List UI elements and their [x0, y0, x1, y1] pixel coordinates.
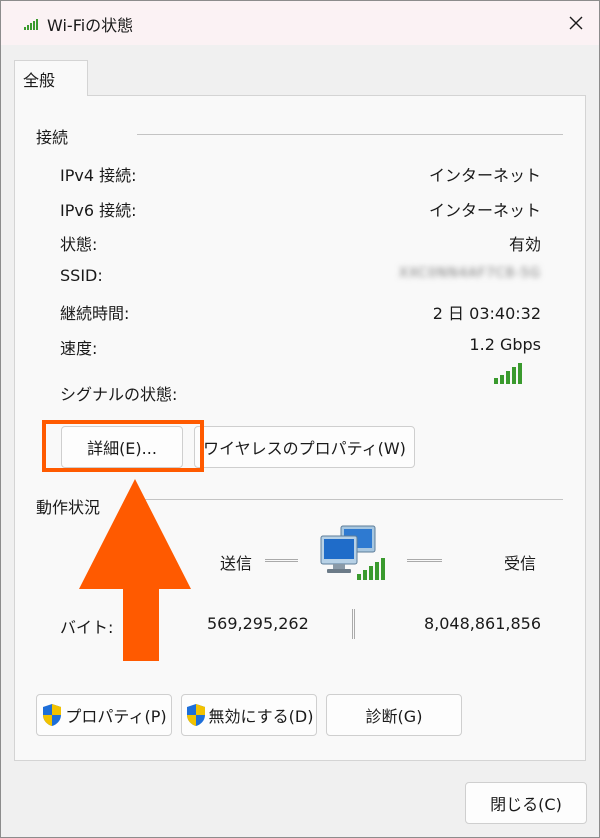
status-label: 状態:	[60, 235, 98, 254]
window-title: Wi-Fiの状態	[47, 16, 134, 35]
disable-button-label: 無効にする(D)	[208, 707, 314, 726]
disable-button[interactable]: 無効にする(D)	[181, 694, 317, 736]
uac-shield-icon	[43, 704, 62, 726]
title-bar: Wi-Fiの状態	[1, 1, 599, 45]
ssid-label: SSID:	[60, 266, 103, 285]
ipv4-label: IPv4 接続:	[60, 166, 137, 185]
received-label: 受信	[504, 554, 537, 573]
tab-general[interactable]: 全般	[14, 60, 88, 96]
divider	[265, 559, 298, 562]
uac-shield-icon	[186, 704, 205, 726]
diagnose-button[interactable]: 診断(G)	[326, 694, 462, 736]
connection-section-title: 接続	[36, 128, 69, 147]
duration-value: 2 日 03:40:32	[432, 304, 541, 323]
ipv6-label: IPv6 接続:	[60, 201, 137, 220]
divider	[137, 134, 563, 135]
wifi-status-dialog: Wi-Fiの状態 全般 接続 IPv4 接続: インターネット IPv6 接続:…	[0, 0, 600, 838]
wifi-signal-icon	[24, 19, 38, 30]
network-computers-icon	[320, 525, 385, 580]
signal-strength-icon	[494, 363, 522, 384]
duration-label: 継続時間:	[60, 304, 130, 323]
properties-button[interactable]: プロパティ(P)	[36, 694, 172, 736]
sent-bytes-value: 569,295,262	[207, 614, 309, 633]
ipv4-value: インターネット	[428, 166, 541, 185]
sent-label: 送信	[220, 554, 253, 573]
divider	[137, 499, 563, 500]
ssid-value: XXC0NN4AF7C8-5G	[399, 266, 541, 281]
properties-button-label: プロパティ(P)	[65, 707, 167, 726]
status-value: 有効	[508, 235, 541, 254]
annotation-arrow	[79, 479, 191, 661]
annotation-highlight-box	[42, 420, 204, 472]
received-bytes-value: 8,048,861,856	[423, 614, 541, 633]
close-icon	[569, 16, 583, 30]
signal-label: シグナルの状態:	[60, 385, 178, 404]
speed-label: 速度:	[60, 339, 98, 358]
speed-value: 1.2 Gbps	[469, 335, 541, 354]
wireless-properties-button[interactable]: ワイヤレスのプロパティ(W)	[194, 426, 415, 468]
divider	[352, 609, 355, 639]
ipv6-value: インターネット	[428, 201, 541, 220]
close-window-button[interactable]	[553, 1, 599, 45]
divider	[407, 559, 442, 562]
close-button[interactable]: 閉じる(C)	[465, 782, 587, 824]
